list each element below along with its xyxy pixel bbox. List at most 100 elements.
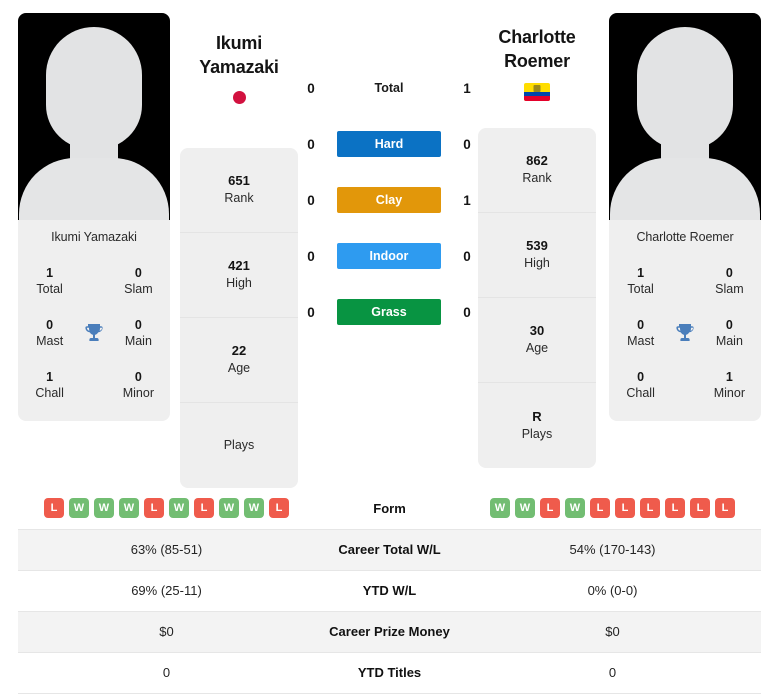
stat-total-right: 1 Total	[627, 266, 654, 296]
form-badge-left-0: L	[44, 498, 64, 519]
form-badge-right-7: L	[665, 498, 685, 519]
form-badge-right-2: L	[540, 498, 560, 519]
comparison-header: Ikumi Yamazaki 1 Total 0 Slam 0 Mast 0 M…	[0, 0, 779, 488]
surface-score-left-total: 0	[307, 80, 315, 96]
form-badge-right-1: W	[515, 498, 535, 519]
titles-stats-left: 1 Total 0 Slam 0 Mast 0 Main 1 Chall 0 M…	[18, 255, 170, 421]
player-card-right[interactable]: Charlotte Roemer 1 Total 0 Slam 0 Mast 0…	[609, 13, 761, 421]
surface-score-left-hard: 0	[307, 136, 315, 152]
trophy-icon	[666, 321, 703, 345]
form-right-cell: WWLWLLLLLL	[464, 488, 761, 529]
flag-wrap-left	[159, 88, 319, 107]
player-name-left: Ikumi Yamazaki	[51, 230, 137, 244]
form-badge-right-0: W	[490, 498, 510, 519]
surface-label-grass[interactable]: Grass	[337, 299, 441, 325]
row-label-ytd-wl: YTD W/L	[362, 583, 417, 598]
ecuador-flag-crest	[533, 84, 541, 92]
stat-slam-right: 0 Slam	[715, 266, 744, 296]
avatar-ear-left	[643, 99, 655, 129]
surface-score-right-total: 1	[463, 80, 471, 96]
row-label-career-prize-money: Career Prize Money	[329, 624, 450, 639]
career-prize-money-left: $0	[159, 624, 174, 639]
surface-label-total: Total	[374, 81, 404, 95]
surface-score-right-indoor: 0	[463, 248, 471, 264]
titles-stats-right: 1 Total 0 Slam 0 Mast 0 Main 0 Chall 1 M…	[609, 255, 761, 421]
profile-card-right: 862 Rank 539 High 30 Age R Plays	[478, 128, 596, 468]
form-badge-left-7: W	[219, 498, 239, 519]
table-row-career-prize-money: $0 Career Prize Money $0	[18, 611, 761, 652]
titles-row-total-slam-right: 1 Total 0 Slam	[615, 255, 755, 307]
surface-label-indoor[interactable]: Indoor	[337, 243, 441, 269]
profile-card-left: 651 Rank 421 High 22 Age Plays	[180, 148, 298, 488]
japan-flag-disc	[232, 91, 246, 105]
row-label-ytd-titles: YTD Titles	[357, 665, 422, 680]
japan-flag-icon	[226, 88, 252, 107]
player-last-name-right: Roemer	[504, 50, 570, 71]
player-first-name-left: Ikumi	[215, 33, 262, 53]
stat-mast-left: 0 Mast	[36, 318, 64, 348]
surface-row-clay: 0 Clay 1	[300, 172, 478, 228]
surface-score-left-clay: 0	[307, 192, 315, 208]
surface-score-left-indoor: 0	[307, 248, 315, 264]
form-badge-right-6: L	[640, 498, 660, 519]
ytd-wl-right: 0% (0-0)	[587, 583, 638, 598]
form-badges-left: LWWWLWLWWL	[18, 498, 315, 519]
surface-score-left-grass: 0	[307, 304, 315, 320]
form-badge-left-8: W	[244, 498, 264, 519]
stat-minor-right: 1 Minor	[713, 370, 745, 400]
flag-wrap-right	[457, 82, 617, 101]
form-badge-right-9: L	[715, 498, 735, 519]
form-left-cell: LWWWLWLWWL	[18, 488, 315, 529]
player-last-name-left: Yamazaki	[199, 56, 279, 77]
form-badge-right-3: W	[565, 498, 585, 519]
career-total-wl-left: 63% (85-51)	[130, 542, 203, 557]
stat-main-right: 0 Main	[715, 318, 743, 348]
profile-rank-right: 862 Rank	[478, 128, 596, 213]
profile-age-left: 22 Age	[180, 318, 298, 403]
form-badge-right-8: L	[690, 498, 710, 519]
table-row-form: LWWWLWLWWL Form WWLWLLLLLL	[18, 488, 761, 529]
titles-row-chall-minor-left: 1 Chall 0 Minor	[24, 359, 164, 411]
row-label-career-total-wl: Career Total W/L	[338, 542, 441, 557]
titles-row-total-slam-left: 1 Total 0 Slam	[24, 255, 164, 307]
form-badge-right-4: L	[590, 498, 610, 519]
player-header-right[interactable]: Charlotte Roemer	[457, 26, 617, 101]
profile-high-right: 539 High	[478, 213, 596, 298]
stat-chall-right: 0 Chall	[626, 370, 655, 400]
titles-row-mast-main-right: 0 Mast 0 Main	[615, 307, 755, 359]
ytd-titles-left: 0	[162, 665, 171, 680]
stat-total-left: 1 Total	[36, 266, 63, 296]
stat-minor-left: 0 Minor	[122, 370, 154, 400]
surface-label-clay[interactable]: Clay	[337, 187, 441, 213]
career-total-wl-right: 54% (170-143)	[569, 542, 656, 557]
avatar-shoulders	[610, 158, 760, 220]
form-badge-right-5: L	[615, 498, 635, 519]
ecuador-flag-red-band	[524, 96, 550, 101]
form-badge-left-1: W	[69, 498, 89, 519]
player-photo-right	[609, 13, 761, 220]
ytd-titles-right: 0	[608, 665, 617, 680]
avatar-ear-right	[715, 99, 727, 129]
row-label-form: Form	[373, 500, 406, 516]
player-photo-left	[18, 13, 170, 220]
surface-score-right-clay: 1	[463, 192, 471, 208]
surface-score-right-hard: 0	[463, 136, 471, 152]
player-card-left[interactable]: Ikumi Yamazaki 1 Total 0 Slam 0 Mast 0 M…	[18, 13, 170, 421]
surface-label-hard[interactable]: Hard	[337, 131, 441, 157]
avatar-ear-right	[124, 99, 136, 129]
form-badge-left-2: W	[94, 498, 114, 519]
table-row-ytd-titles: 0 YTD Titles 0	[18, 652, 761, 693]
profile-age-right: 30 Age	[478, 298, 596, 383]
form-badge-left-4: L	[144, 498, 164, 519]
form-badge-left-3: W	[119, 498, 139, 519]
form-badge-left-5: W	[169, 498, 189, 519]
profile-rank-left: 651 Rank	[180, 148, 298, 233]
profile-plays-left: Plays	[223, 438, 255, 453]
career-prize-money-right: $0	[605, 624, 620, 639]
titles-row-mast-main-left: 0 Mast 0 Main	[24, 307, 164, 359]
avatar-silhouette-icon	[637, 27, 733, 149]
comparison-stats-table: LWWWLWLWWL Form WWLWLLLLLL 63% (85-51) C…	[18, 488, 761, 694]
player-comparison-page: Ikumi Yamazaki 1 Total 0 Slam 0 Mast 0 M…	[0, 0, 779, 699]
table-row-ytd-wl: 69% (25-11) YTD W/L 0% (0-0)	[18, 570, 761, 611]
player-header-left[interactable]: Ikumi Yamazaki	[159, 32, 319, 107]
